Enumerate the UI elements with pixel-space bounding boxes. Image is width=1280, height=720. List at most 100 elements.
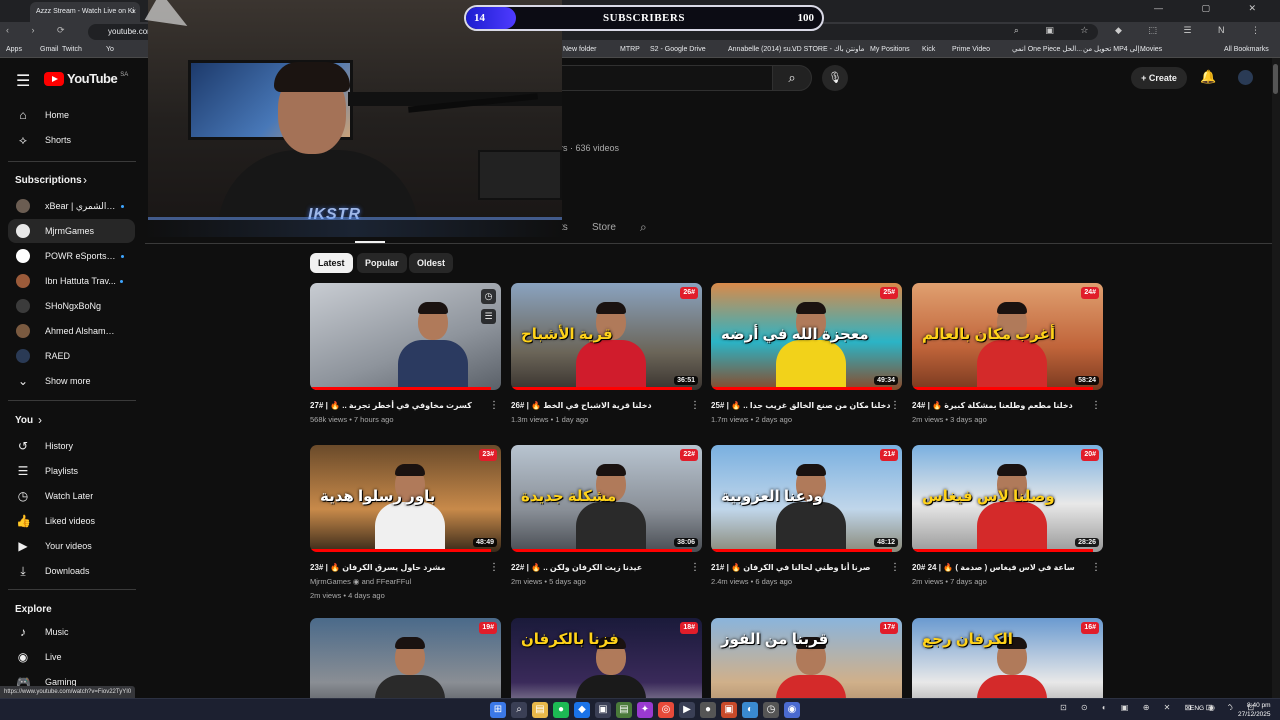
bookmark-item[interactable]: Annabelle (2014) su... [728,42,797,57]
more-options-icon[interactable]: ⋮ [489,562,499,573]
chevron-right-icon[interactable]: › [38,413,42,427]
video-card[interactable]: ◷ ☰ كسرت مخاوفي في أخطر تجربة .. 🔥 | #27 56… [310,283,501,425]
video-card[interactable]: ودعنا العزوبية 21# 48:12 صرنا أنا وطني لحال… [711,445,902,587]
video-card[interactable]: مشكلة جديدة 22# 38:06 عيدنا زيت الكرفان ولك… [511,445,702,587]
browser-nav-icons[interactable]: ‹ › ⟳ [6,25,75,36]
bookmark-item[interactable]: Kick [922,42,935,57]
taskbar-app-icon[interactable]: ◉ [784,702,800,718]
taskbar-app-icon[interactable]: ◆ [574,702,590,718]
tab-close-icon[interactable]: × [131,2,136,22]
bookmark-item[interactable]: MTRP [620,42,640,57]
search-input[interactable] [555,65,772,91]
scrollbar-thumb[interactable] [1273,64,1278,94]
menu-icon[interactable]: ☰ [16,71,30,91]
taskbar-app-icon[interactable]: ▣ [721,702,737,718]
sidebar-item[interactable]: SHoNgxBoNg [8,294,135,318]
bookmark-item[interactable]: All Bookmarks [1224,42,1269,57]
window-controls[interactable]: — ▢ ✕ [1154,3,1274,14]
sidebar-item[interactable]: 👍 Liked videos [8,509,135,533]
you-heading[interactable]: You [15,415,33,426]
bookmark-item[interactable]: Gmail [40,42,58,57]
bookmark-item[interactable]: Apps [6,42,22,57]
more-options-icon[interactable]: ⋮ [690,562,700,573]
video-card[interactable]: باور رسلوا هدية 23# 48:49 مشرد حاول يسرق ال… [310,445,501,601]
taskbar-app-icon[interactable]: ✦ [637,702,653,718]
more-options-icon[interactable]: ⋮ [1091,400,1101,411]
sidebar-item[interactable]: RAED [8,344,135,368]
video-title[interactable]: كسرت مخاوفي في أخطر تجربة .. 🔥 | #27 [310,400,501,411]
video-card[interactable]: وصلنا لاس فيغاس 20# 28:26 ساعة في لاس فيغاس… [912,445,1103,587]
youtube-logo[interactable]: YouTube SA [44,71,128,86]
taskbar-app-icon[interactable]: ◐ [742,702,758,718]
sidebar-item[interactable]: ⤓ Downloads [8,559,135,583]
clock[interactable]: 8:40 pm 27/12/2025 [1238,701,1271,719]
bookmark-item[interactable]: S2 - Google Drive [650,42,706,57]
mic-icon[interactable]: 🎙 [822,65,848,91]
video-title[interactable]: دخلنا مطعم وطلعنا بمشكلة كبيرة 🔥 | #24 [912,400,1103,411]
create-button[interactable]: + Create [1131,67,1187,89]
chip-latest[interactable]: Latest [310,253,353,273]
bookmark-item[interactable]: Movies [1140,42,1162,57]
sidebar-item[interactable]: Ibn Hattuta Trav... [8,269,135,293]
bookmark-item[interactable]: VD STORE - ماونتن باك [792,42,864,57]
sidebar-item[interactable]: ◉ Live [8,645,135,669]
video-thumbnail[interactable]: ◷ ☰ [310,283,501,390]
bookmark-item[interactable]: Prime Video [952,42,990,57]
video-title[interactable]: دخلنا مكان من صنع الخالق غريب جدا .. 🔥 |… [711,400,902,411]
taskbar-app-icon[interactable]: ▣ [595,702,611,718]
bookmark-item[interactable]: Yo [106,42,114,57]
search-icon[interactable]: ⌕ [772,65,812,91]
avatar[interactable] [1238,70,1253,85]
channel-search-icon[interactable]: ⌕ [640,220,647,235]
more-options-icon[interactable]: ⋮ [890,562,900,573]
notifications-icon[interactable]: 🔔 [1200,69,1216,85]
sidebar-item[interactable]: ⌂ Home [8,103,135,127]
sidebar-item[interactable]: MjrmGames [8,219,135,243]
video-card[interactable]: قرية الأشباح 26# 36:51 دخلنا قرية الاشباح ف… [511,283,702,425]
channel-name[interactable]: MjrmGames [310,577,351,586]
taskbar-app-icon[interactable]: ● [700,702,716,718]
show-more-button[interactable]: ⌄ Show more [8,369,135,393]
taskbar-app-icon[interactable]: ◷ [763,702,779,718]
extension-icons[interactable]: ⌕ ▣ ☆ ◆ ⬚ ☰ N ⋮ [1014,25,1272,36]
sidebar-item[interactable]: ☰ Playlists [8,459,135,483]
more-options-icon[interactable]: ⋮ [890,400,900,411]
subscriptions-heading[interactable]: Subscriptions [15,175,82,186]
sidebar-item[interactable]: ▶ Your videos [8,534,135,558]
more-options-icon[interactable]: ⋮ [1091,562,1101,573]
taskbar-app-icon[interactable]: ▤ [616,702,632,718]
taskbar-app-icon[interactable]: ● [553,702,569,718]
more-options-icon[interactable]: ⋮ [690,400,700,411]
video-thumbnail[interactable]: باور رسلوا هدية 23# 48:49 [310,445,501,552]
video-title[interactable]: عيدنا زيت الكرفان ولكن .. 🔥 | #22 [511,562,702,573]
video-card[interactable]: أغرب مكان بالعالم 24# 58:24 دخلنا مطعم وطلع… [912,283,1103,425]
video-title[interactable]: دخلنا قرية الاشباح في الخط 🔥 | #26 [511,400,702,411]
video-thumbnail[interactable]: أغرب مكان بالعالم 24# 58:24 [912,283,1103,390]
tab-store[interactable]: Store [592,222,616,233]
taskbar-app-icon[interactable]: ⊞ [490,702,506,718]
bookmark-item[interactable]: My Positions [870,42,910,57]
sidebar-item[interactable]: POWR eSports | ... [8,244,135,268]
more-options-icon[interactable]: ⋮ [489,400,499,411]
taskbar-app-icon[interactable]: ▶ [679,702,695,718]
video-thumbnail[interactable]: قرية الأشباح 26# 36:51 [511,283,702,390]
video-title[interactable]: ساعة في لاس فيغاس ( صدمة ) 🔥 | 24 #20 [912,562,1103,573]
scrollbar[interactable] [1272,58,1280,698]
video-title[interactable]: مشرد حاول يسرق الكرفان 🔥 | #23 [310,562,501,573]
chevron-right-icon[interactable]: › [83,173,87,187]
chip-popular[interactable]: Popular [357,253,407,273]
sidebar-item[interactable]: Ahmed Alshammari [8,319,135,343]
bookmark-item[interactable]: Twitch [62,42,82,57]
video-thumbnail[interactable]: ودعنا العزوبية 21# 48:12 [711,445,902,552]
taskbar-app-icon[interactable]: ▤ [532,702,548,718]
video-thumbnail[interactable]: مشكلة جديدة 22# 38:06 [511,445,702,552]
video-thumbnail[interactable]: معجزة الله في أرضه 25# 49:34 [711,283,902,390]
video-thumbnail[interactable]: وصلنا لاس فيغاس 20# 28:26 [912,445,1103,552]
sidebar-item[interactable]: ⟡ Shorts [8,128,135,152]
video-channels[interactable]: MjrmGames ◉ and FFearFFul [310,576,501,587]
channel-name[interactable]: and FFearFFul [362,577,412,586]
watch-later-icon[interactable]: ◷ [481,289,496,304]
video-card[interactable]: معجزة الله في أرضه 25# 49:34 دخلنا مكان من … [711,283,902,425]
sidebar-item[interactable]: ♪ Music [8,620,135,644]
video-title[interactable]: صرنا أنا وطني لحالنا في الكرفان 🔥 | #21 [711,562,902,573]
